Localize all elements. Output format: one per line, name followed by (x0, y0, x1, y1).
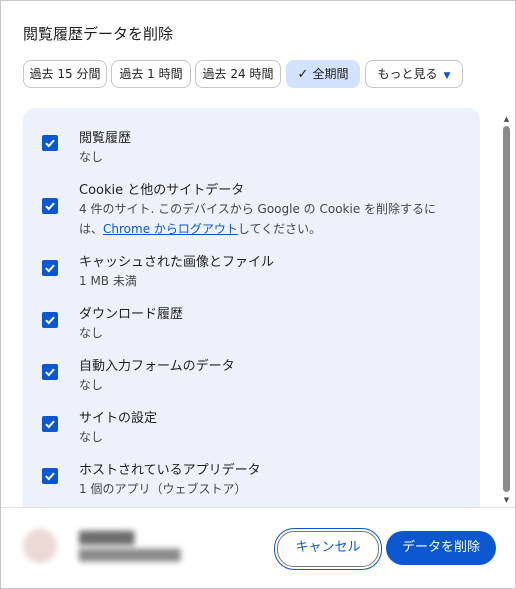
scroll-down-arrow-icon[interactable]: ▼ (502, 495, 511, 505)
checkbox-hosted-app-data[interactable] (42, 468, 58, 484)
account-name-redacted: ██████ (79, 531, 135, 545)
item-description: 1 個のアプリ（ウェブストア） (79, 482, 247, 496)
desc-suffix: してください。 (237, 222, 322, 236)
more-options-chip[interactable]: もっと見る ▼ (365, 60, 463, 88)
item-title: サイトの設定 (79, 411, 158, 426)
item-title: ダウンロード履歴 (79, 307, 184, 322)
data-types-list: 閲覧履歴 なし Cookie と他のサイトデータ 4 件のサイト. このデバイス… (23, 108, 480, 507)
scroll-up-arrow-icon[interactable]: ▲ (502, 114, 511, 124)
item-browsing-history: 閲覧履歴 なし (23, 127, 463, 167)
checkbox-cached-images[interactable] (42, 260, 58, 276)
scrollbar-thumb[interactable] (503, 126, 510, 492)
item-description: なし (79, 378, 104, 392)
checkbox-download-history[interactable] (42, 312, 58, 328)
checkbox-browsing-history[interactable] (42, 135, 58, 151)
chip-label: 全期間 (312, 67, 349, 81)
checkmark-icon (45, 202, 55, 211)
checkmark-icon (45, 264, 55, 273)
item-description-line2: は、Chrome からログアウトしてください。 (79, 219, 436, 239)
dialog-title: 閲覧履歴データを削除 (23, 25, 174, 43)
chip-label: もっと見る (377, 67, 438, 81)
item-description: なし (79, 430, 104, 444)
cancel-button[interactable]: キャンセル (277, 531, 379, 567)
item-description: なし (79, 326, 104, 340)
chip-label: 過去 1 時間 (119, 67, 183, 81)
chip-all-time[interactable]: ✓ 全期間 (286, 60, 360, 88)
checkmark-icon (45, 420, 55, 429)
item-description: 4 件のサイト. このデバイスから Google の Cookie を削除するに… (79, 199, 436, 239)
item-title: ホストされているアプリデータ (79, 463, 261, 478)
check-icon: ✓ (297, 67, 309, 82)
item-title: 閲覧履歴 (79, 131, 132, 146)
chip-last-15-minutes[interactable]: 過去 15 分間 (23, 60, 107, 88)
footer-divider (1, 507, 515, 508)
item-cached-images: キャッシュされた画像とファイル 1 MB 未満 (23, 251, 463, 291)
sign-out-link[interactable]: Chrome からログアウト (103, 222, 238, 236)
checkmark-icon (45, 368, 55, 377)
item-download-history: ダウンロード履歴 なし (23, 303, 463, 343)
item-description: なし (79, 150, 104, 164)
desc-prefix: は、 (79, 222, 104, 236)
account-info-blurred: ██████ ████████████ (23, 525, 223, 569)
chip-last-24-hours[interactable]: 過去 24 時間 (195, 60, 281, 88)
account-email-redacted: ████████████ (79, 549, 181, 562)
checkbox-autofill-data[interactable] (42, 364, 58, 380)
checkmark-icon (45, 472, 55, 481)
chip-label: 過去 15 分間 (29, 67, 101, 81)
item-description-line1: 4 件のサイト. このデバイスから Google の Cookie を削除するに (79, 202, 437, 216)
checkmark-icon (45, 316, 55, 325)
item-title: 自動入力フォームのデータ (79, 359, 235, 374)
item-hosted-app-data: ホストされているアプリデータ 1 個のアプリ（ウェブストア） (23, 459, 463, 499)
chip-label: 過去 24 時間 (202, 67, 274, 81)
clear-browsing-data-dialog: 閲覧履歴データを削除 過去 15 分間 過去 1 時間 過去 24 時間 ✓ 全期… (0, 0, 516, 589)
dropdown-arrow-icon: ▼ (443, 71, 451, 81)
chip-last-hour[interactable]: 過去 1 時間 (111, 60, 191, 88)
checkbox-cookies[interactable] (42, 198, 58, 214)
item-title: Cookie と他のサイトデータ (79, 183, 245, 198)
delete-data-button[interactable]: データを削除 (386, 531, 496, 565)
item-description: 1 MB 未満 (79, 274, 137, 288)
item-cookies: Cookie と他のサイトデータ 4 件のサイト. このデバイスから Googl… (23, 179, 463, 239)
item-autofill-data: 自動入力フォームのデータ なし (23, 355, 463, 395)
item-title: キャッシュされた画像とファイル (79, 255, 275, 270)
checkmark-icon (45, 139, 55, 148)
item-site-settings: サイトの設定 なし (23, 407, 463, 447)
checkbox-site-settings[interactable] (42, 416, 58, 432)
list-scrollbar[interactable]: ▲ ▼ (502, 108, 511, 507)
avatar (23, 529, 57, 563)
